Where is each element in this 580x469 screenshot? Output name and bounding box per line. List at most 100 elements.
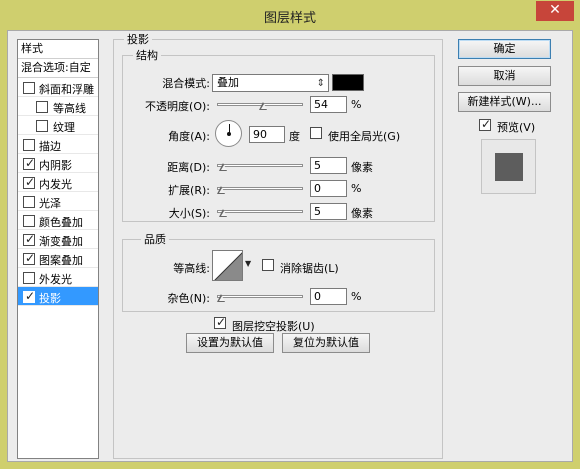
styles-list: 样式 混合选项:自定 斜面和浮雕等高线纹理描边内阴影内发光光泽颜色叠加渐变叠加图… bbox=[17, 39, 99, 459]
noise-label: 杂色(N): bbox=[167, 292, 210, 305]
blend-mode-select[interactable]: 叠加 ⇕ bbox=[212, 74, 329, 92]
opacity-slider[interactable] bbox=[217, 100, 303, 110]
style-item[interactable]: 颜色叠加 bbox=[18, 211, 98, 230]
style-item-label: 描边 bbox=[39, 140, 61, 153]
preview-checkbox[interactable] bbox=[479, 117, 491, 131]
spread-label: 扩展(R): bbox=[168, 184, 210, 197]
distance-unit: 像素 bbox=[351, 161, 373, 174]
anti-alias-checkbox[interactable] bbox=[262, 259, 274, 271]
style-item[interactable]: 等高线 bbox=[18, 97, 98, 116]
spread-input[interactable]: 0 bbox=[310, 180, 347, 197]
style-item[interactable]: 投影 bbox=[18, 287, 98, 306]
style-item[interactable]: 纹理 bbox=[18, 116, 98, 135]
style-item-checkbox[interactable] bbox=[36, 101, 48, 113]
style-item-label: 内阴影 bbox=[39, 159, 72, 172]
knockout-label[interactable]: 图层挖空投影(U) bbox=[232, 318, 315, 334]
ok-button[interactable]: 确定 bbox=[458, 39, 551, 59]
close-icon: ✕ bbox=[549, 2, 561, 18]
style-item-label: 纹理 bbox=[53, 121, 75, 134]
contour-curve-icon[interactable] bbox=[212, 250, 243, 281]
angle-dial-icon[interactable] bbox=[215, 120, 242, 147]
preview-label[interactable]: 预览(V) bbox=[497, 119, 535, 135]
blend-mode-label: 混合模式: bbox=[162, 77, 210, 90]
style-item[interactable]: 外发光 bbox=[18, 268, 98, 287]
close-button[interactable]: ✕ bbox=[536, 1, 574, 21]
spread-slider[interactable] bbox=[217, 184, 303, 194]
new-style-button[interactable]: 新建样式(W)... bbox=[458, 92, 551, 112]
style-item-label: 渐变叠加 bbox=[39, 235, 83, 248]
distance-label: 距离(D): bbox=[167, 161, 210, 174]
style-item-checkbox[interactable] bbox=[23, 175, 35, 189]
style-item[interactable]: 内发光 bbox=[18, 173, 98, 192]
spread-slider-track bbox=[217, 187, 303, 190]
noise-slider[interactable] bbox=[217, 292, 303, 302]
layer-style-dialog: 图层样式 ✕ 样式 混合选项:自定 斜面和浮雕等高线纹理描边内阴影内发光光泽颜色… bbox=[0, 0, 580, 469]
style-item[interactable]: 斜面和浮雕 bbox=[18, 78, 98, 97]
structure-group: 结构 混合模式: 叠加 ⇕ 不透明度(O): 54 % 角度(A): 90 度 … bbox=[122, 49, 435, 222]
style-item-label: 内发光 bbox=[39, 178, 72, 191]
cancel-button[interactable]: 取消 bbox=[458, 66, 551, 86]
style-item-label: 外发光 bbox=[39, 273, 72, 286]
contour-curve-graphic bbox=[214, 252, 242, 280]
shadow-color-swatch[interactable] bbox=[332, 74, 364, 91]
style-item[interactable]: 描边 bbox=[18, 135, 98, 154]
global-light-label[interactable]: 使用全局光(G) bbox=[328, 128, 400, 144]
style-item-label: 颜色叠加 bbox=[39, 216, 83, 229]
style-item-label: 斜面和浮雕 bbox=[39, 83, 94, 96]
opacity-input[interactable]: 54 bbox=[310, 96, 347, 113]
style-item[interactable]: 渐变叠加 bbox=[18, 230, 98, 249]
reset-default-button[interactable]: 复位为默认值 bbox=[282, 333, 370, 353]
style-item[interactable]: 图案叠加 bbox=[18, 249, 98, 268]
quality-group: 品质 等高线: ▼ 消除锯齿(L) 杂色(N): 0 % bbox=[122, 233, 435, 312]
style-item-checkbox[interactable] bbox=[23, 215, 35, 227]
style-item-checkbox[interactable] bbox=[23, 196, 35, 208]
noise-input[interactable]: 0 bbox=[310, 288, 347, 305]
title-bar[interactable]: 图层样式 ✕ bbox=[0, 0, 580, 30]
style-item-checkbox[interactable] bbox=[23, 289, 35, 303]
dialog-body: 样式 混合选项:自定 斜面和浮雕等高线纹理描边内阴影内发光光泽颜色叠加渐变叠加图… bbox=[7, 30, 573, 462]
style-item[interactable]: 光泽 bbox=[18, 192, 98, 211]
spread-unit: % bbox=[351, 182, 362, 195]
style-item-checkbox[interactable] bbox=[36, 120, 48, 132]
noise-slider-track bbox=[217, 295, 303, 298]
opacity-unit: % bbox=[351, 98, 362, 111]
size-slider-thumb[interactable] bbox=[219, 209, 228, 217]
angle-unit: 度 bbox=[289, 130, 300, 143]
distance-slider-thumb[interactable] bbox=[219, 163, 228, 171]
size-slider-track bbox=[217, 210, 303, 213]
style-item-label: 投影 bbox=[39, 292, 61, 305]
size-input[interactable]: 5 bbox=[310, 203, 347, 220]
anti-alias-label[interactable]: 消除锯齿(L) bbox=[280, 260, 339, 276]
style-item-label: 图案叠加 bbox=[39, 254, 83, 267]
knockout-checkbox[interactable] bbox=[214, 315, 226, 329]
preview-swatch bbox=[495, 153, 523, 181]
distance-slider[interactable] bbox=[217, 161, 303, 171]
spread-slider-thumb[interactable] bbox=[217, 186, 226, 194]
chevron-down-icon[interactable]: ▼ bbox=[245, 259, 251, 268]
style-item-label: 光泽 bbox=[39, 197, 61, 210]
blending-options-item[interactable]: 混合选项:自定 bbox=[18, 59, 98, 78]
style-item-checkbox[interactable] bbox=[23, 82, 35, 94]
blend-mode-value: 叠加 bbox=[217, 76, 239, 89]
distance-slider-track bbox=[217, 164, 303, 167]
distance-input[interactable]: 5 bbox=[310, 157, 347, 174]
style-item-checkbox[interactable] bbox=[23, 272, 35, 284]
style-item-checkbox[interactable] bbox=[23, 232, 35, 246]
global-light-checkbox[interactable] bbox=[310, 127, 322, 139]
size-slider[interactable] bbox=[217, 207, 303, 217]
angle-dial-center bbox=[227, 132, 231, 136]
style-item-checkbox[interactable] bbox=[23, 139, 35, 151]
noise-slider-thumb[interactable] bbox=[217, 294, 226, 302]
make-default-button[interactable]: 设置为默认值 bbox=[186, 333, 274, 353]
style-item[interactable]: 内阴影 bbox=[18, 154, 98, 173]
opacity-slider-thumb[interactable] bbox=[259, 102, 268, 110]
style-item-checkbox[interactable] bbox=[23, 156, 35, 170]
angle-input[interactable]: 90 bbox=[249, 126, 285, 143]
noise-unit: % bbox=[351, 290, 362, 303]
styles-list-header[interactable]: 样式 bbox=[18, 40, 98, 59]
size-label: 大小(S): bbox=[168, 207, 210, 220]
size-unit: 像素 bbox=[351, 207, 373, 220]
dialog-title: 图层样式 bbox=[263, 11, 316, 26]
style-item-checkbox[interactable] bbox=[23, 251, 35, 265]
quality-title: 品质 bbox=[141, 233, 169, 247]
